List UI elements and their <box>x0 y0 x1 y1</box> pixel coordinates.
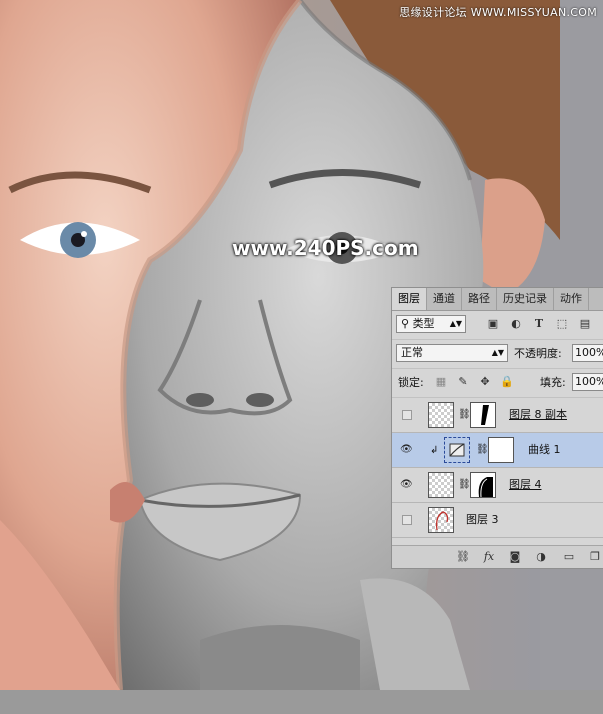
watermark-center: www.240PS.com <box>232 236 419 260</box>
fx-icon[interactable]: fx <box>482 550 496 564</box>
visibility-toggle-off[interactable] <box>402 515 412 525</box>
curves-adjustment-icon <box>444 437 470 463</box>
layer-name[interactable]: 图层 4 <box>509 468 542 502</box>
layer-name[interactable]: 图层 3 <box>466 503 499 537</box>
filter-type-icon[interactable]: T <box>532 317 546 331</box>
blend-mode-value: 正常 <box>401 346 423 359</box>
layer-thumbnail <box>428 402 454 428</box>
filter-pixel-icon[interactable]: ▣ <box>486 317 500 331</box>
layers-panel: 图层 通道 路径 历史记录 动作 ⚲ 类型 ▲▼ ▣ ◐ T ⬚ ▤ 正常 ▲▼… <box>391 287 603 569</box>
lock-position-icon[interactable]: ✥ <box>478 375 492 389</box>
lock-transparent-icon[interactable]: ▦ <box>434 375 448 389</box>
layer-mask-thumbnail[interactable] <box>470 402 496 428</box>
tab-layers[interactable]: 图层 <box>392 288 427 310</box>
mask-shape-icon <box>478 477 493 498</box>
fill-label: 填充: <box>540 376 566 389</box>
filter-shape-icon[interactable]: ⬚ <box>555 317 569 331</box>
panel-tabs: 图层 通道 路径 历史记录 动作 <box>392 288 603 311</box>
layer-name[interactable]: 图层 8 副本 <box>509 398 567 432</box>
layer-thumbnail <box>428 507 454 533</box>
layer-row-selected[interactable]: 👁 ↲ ⛓ 曲线 1 <box>392 433 603 468</box>
layer-row[interactable]: ⛓ 图层 8 副本 <box>392 398 603 433</box>
link-icon[interactable]: ⛓ <box>458 409 471 421</box>
eye-icon[interactable]: 👁 <box>400 479 413 491</box>
layer-row[interactable]: 👁 ⛓ 图层 4 <box>392 468 603 503</box>
clipping-arrow-icon: ↲ <box>430 445 439 456</box>
tab-history[interactable]: 历史记录 <box>497 288 554 310</box>
lock-row: 锁定: ▦ ✎ ✥ 🔒 填充: 100% <box>392 369 603 398</box>
mask-shape-icon <box>481 405 489 425</box>
search-icon: ⚲ <box>401 317 410 330</box>
link-icon[interactable]: ⛓ <box>458 479 471 491</box>
folder-icon[interactable]: ▭ <box>562 550 576 564</box>
layer-mask-thumbnail[interactable] <box>488 437 514 463</box>
filter-row: ⚲ 类型 ▲▼ ▣ ◐ T ⬚ ▤ <box>392 311 603 340</box>
opacity-label: 不透明度: <box>514 347 562 360</box>
watermark-site: 思缘设计论坛 WWW.MISSYUAN.COM <box>399 6 597 19</box>
chevron-down-icon: ▲▼ <box>491 348 504 357</box>
panel-footer: ⛓ fx ◙ ◑ ▭ ❐ <box>392 545 603 568</box>
layer-mask-thumbnail[interactable] <box>470 472 496 498</box>
new-layer-icon[interactable]: ❐ <box>588 550 602 564</box>
eye-icon[interactable]: 👁 <box>400 444 413 456</box>
lock-label: 锁定: <box>398 376 424 389</box>
filter-smart-object-icon[interactable]: ▤ <box>578 317 592 331</box>
layer-name[interactable]: 曲线 1 <box>528 433 561 467</box>
fill-input[interactable]: 100% <box>572 373 603 391</box>
filter-adjustment-icon[interactable]: ◐ <box>509 317 523 331</box>
link-icon[interactable]: ⛓ <box>476 444 489 456</box>
blend-row: 正常 ▲▼ 不透明度: 100% <box>392 340 603 369</box>
filter-kind-value: 类型 <box>412 317 435 330</box>
tab-actions[interactable]: 动作 <box>554 288 589 310</box>
layer-thumbnail <box>428 472 454 498</box>
link-layers-icon[interactable]: ⛓ <box>456 550 470 564</box>
filter-kind-select[interactable]: ⚲ 类型 ▲▼ <box>396 315 466 333</box>
lock-image-icon[interactable]: ✎ <box>456 375 470 389</box>
tab-paths[interactable]: 路径 <box>462 288 497 310</box>
blend-mode-select[interactable]: 正常 ▲▼ <box>396 344 508 362</box>
adjustment-layer-icon[interactable]: ◑ <box>534 550 548 564</box>
tab-channels[interactable]: 通道 <box>427 288 462 310</box>
lock-all-icon[interactable]: 🔒 <box>500 375 514 389</box>
layer-row[interactable]: 图层 3 <box>392 503 603 538</box>
visibility-toggle-off[interactable] <box>402 410 412 420</box>
add-mask-icon[interactable]: ◙ <box>508 550 522 564</box>
chevron-down-icon: ▲▼ <box>449 319 462 328</box>
opacity-input[interactable]: 100% <box>572 344 603 362</box>
